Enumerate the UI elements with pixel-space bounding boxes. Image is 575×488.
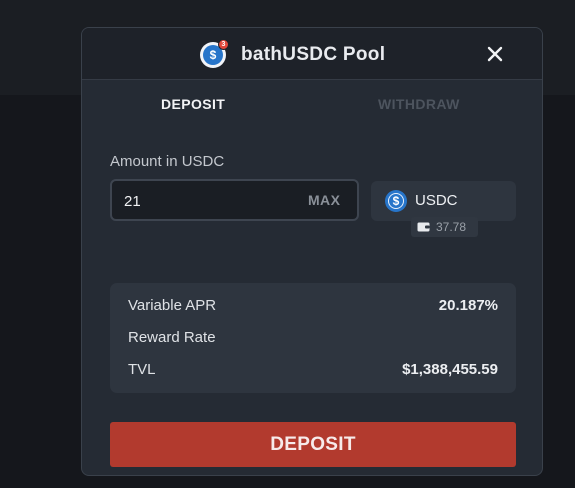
amount-label: Amount in USDC — [110, 153, 225, 170]
token-selector[interactable]: $ USDC — [371, 181, 516, 221]
modal-title: bathUSDC Pool — [241, 44, 386, 65]
usdc-icon-ring — [388, 193, 404, 209]
stat-value-apr: 20.187% — [438, 297, 498, 314]
usdc-pool-icon: $ 3 — [200, 39, 229, 68]
wallet-balance[interactable]: 37.78 — [411, 217, 478, 237]
close-button[interactable] — [483, 42, 507, 66]
pool-badge: 3 — [218, 39, 229, 50]
max-button[interactable]: MAX — [308, 192, 340, 208]
stat-label-apr: Variable APR — [128, 297, 217, 314]
tab-deposit[interactable]: DEPOSIT — [161, 94, 225, 114]
close-icon — [487, 46, 503, 62]
amount-input[interactable] — [124, 189, 294, 213]
pool-modal: $ 3 bathUSDC Pool DEPOSIT WITHDRAW Amoun… — [81, 27, 543, 476]
stat-label-tvl: TVL — [128, 361, 156, 378]
amount-field[interactable]: MAX — [110, 179, 359, 221]
usdc-token-icon: $ — [385, 190, 407, 212]
stat-label-reward-rate: Reward Rate — [128, 329, 216, 346]
deposit-button[interactable]: DEPOSIT — [110, 422, 516, 467]
wallet-icon — [417, 222, 430, 232]
stat-value-tvl: $1,388,455.59 — [402, 361, 498, 378]
modal-header: $ 3 bathUSDC Pool — [82, 28, 542, 80]
balance-value: 37.78 — [436, 220, 467, 234]
token-symbol: USDC — [415, 192, 458, 209]
pool-stats: Variable APR 20.187% Reward Rate TVL $1,… — [110, 283, 516, 393]
tab-withdraw[interactable]: WITHDRAW — [378, 94, 460, 114]
deposit-button-label: DEPOSIT — [270, 433, 356, 455]
